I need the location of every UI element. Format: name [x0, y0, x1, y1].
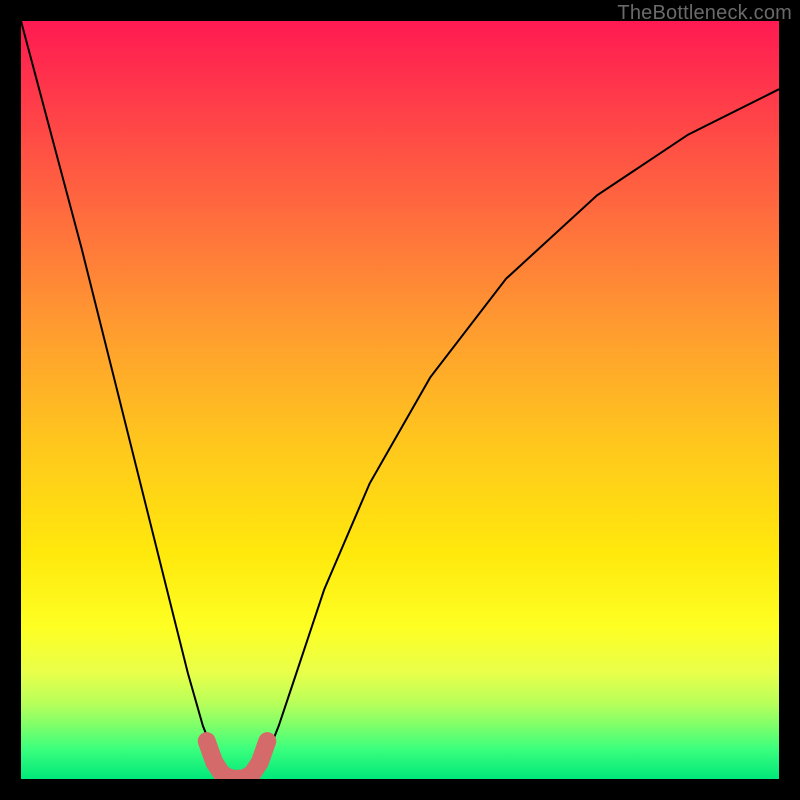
bottleneck-chart [21, 21, 779, 779]
bottleneck-curve-path [21, 21, 779, 779]
watermark-text: TheBottleneck.com [617, 2, 792, 25]
valley-highlight-path [207, 741, 268, 779]
